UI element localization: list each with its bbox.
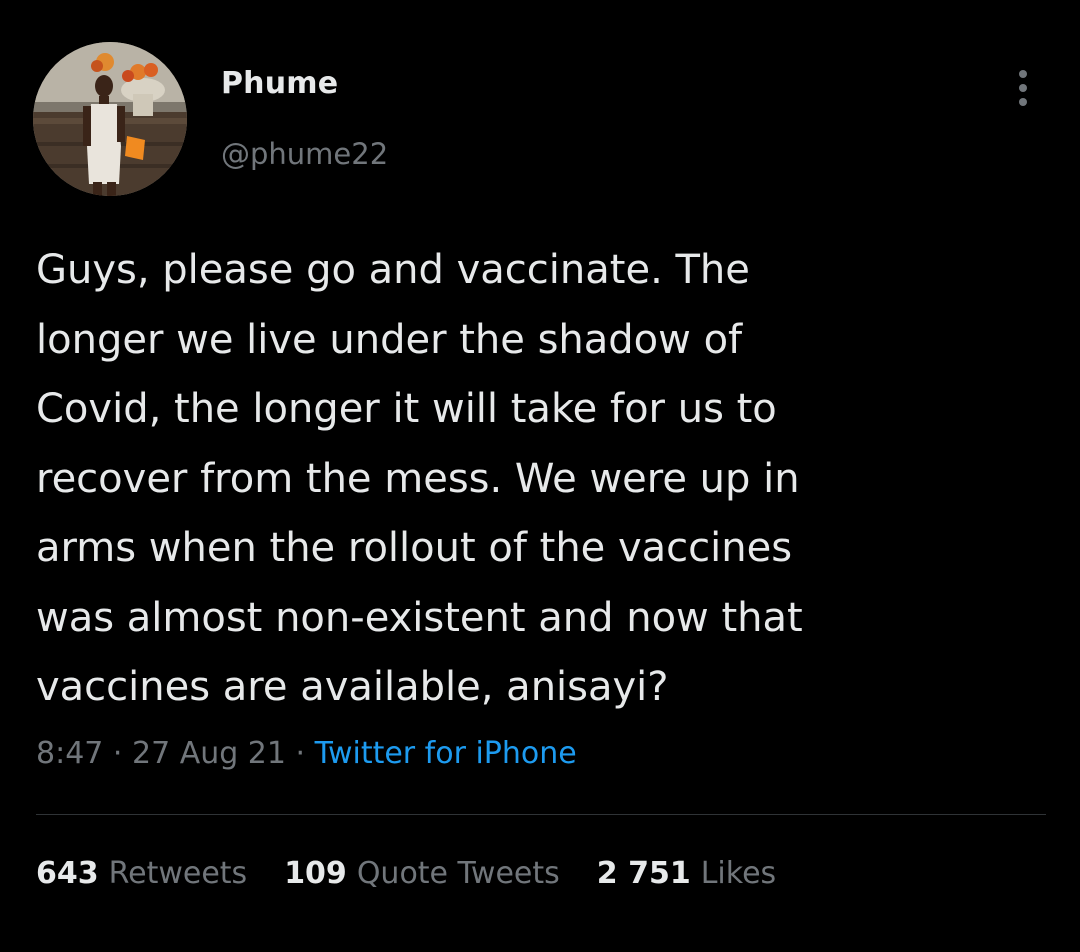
meta-separator: · [103, 736, 132, 771]
likes-stat[interactable]: 2 751 Likes [597, 856, 776, 891]
tweet-text: Guys, please go and vaccinate. The longe… [36, 247, 803, 710]
more-dot [1019, 84, 1027, 92]
tweet-detail: Phume @phume22 Guys, please go and vacci… [0, 0, 1080, 952]
divider [36, 814, 1046, 815]
tweet-meta: 8:47 · 27 Aug 21 · Twitter for iPhone [36, 736, 577, 771]
more-dot [1019, 70, 1027, 78]
quote-tweets-stat[interactable]: 109 Quote Tweets [284, 856, 560, 891]
retweets-label: Retweets [108, 856, 248, 891]
retweets-count: 643 [36, 856, 99, 891]
meta-separator: · [285, 736, 315, 771]
tweet-source-link[interactable]: Twitter for iPhone [315, 736, 577, 771]
likes-count: 2 751 [596, 856, 691, 891]
quote-tweets-count: 109 [284, 856, 347, 891]
avatar[interactable] [33, 42, 187, 196]
quote-tweets-label: Quote Tweets [356, 856, 560, 891]
more-vertical-icon[interactable] [1008, 66, 1038, 110]
display-name[interactable]: Phume [221, 66, 338, 101]
avatar-image [33, 42, 187, 196]
tweet-time[interactable]: 8:47 [36, 736, 103, 771]
user-handle[interactable]: @phume22 [221, 137, 388, 171]
tweet-date[interactable]: 27 Aug 21 [132, 736, 286, 771]
tweet-stats: 643 Retweets 109 Quote Tweets 2 751 Likes [36, 856, 813, 891]
likes-label: Likes [700, 856, 777, 891]
retweets-stat[interactable]: 643 Retweets [36, 856, 247, 891]
more-dot [1019, 98, 1027, 106]
